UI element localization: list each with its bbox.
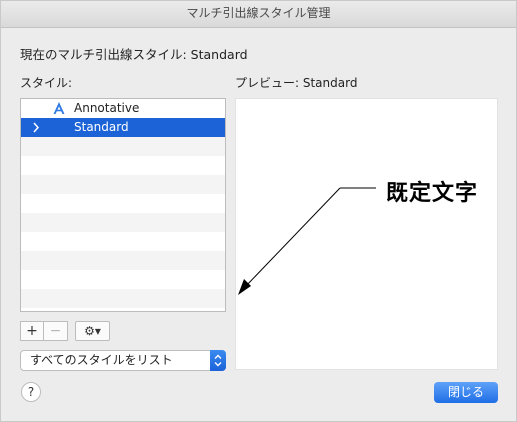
- list-toolbar: + − ⚙︎▾: [20, 321, 110, 341]
- empty-row: [21, 156, 225, 175]
- style-list-item-label: Standard: [74, 120, 129, 134]
- preview-pane: 既定文字: [235, 98, 498, 370]
- preview-text: 既定文字: [386, 181, 479, 206]
- empty-row: [21, 251, 225, 270]
- style-list[interactable]: Annotative Standard: [20, 98, 226, 312]
- help-button[interactable]: ?: [21, 382, 41, 402]
- chevron-right-icon[interactable]: [30, 118, 42, 137]
- empty-row: [21, 137, 225, 156]
- empty-row: [21, 270, 225, 289]
- current-style-label: 現在のマルチ引出線スタイル: Standard: [20, 47, 248, 62]
- style-filter-value: すべてのスタイルをリスト: [30, 353, 173, 367]
- multileader-style-manager-window: マルチ引出線スタイル管理 現在のマルチ引出線スタイル: Standard スタイ…: [0, 0, 517, 422]
- remove-style-button[interactable]: −: [44, 321, 68, 341]
- styles-heading: スタイル:: [20, 76, 73, 90]
- select-stepper-icon: [210, 350, 226, 371]
- annotative-icon: [52, 101, 66, 115]
- add-style-button[interactable]: +: [20, 321, 44, 341]
- style-filter-select[interactable]: すべてのスタイルをリスト: [20, 350, 226, 371]
- empty-row: [21, 175, 225, 194]
- gear-icon: ⚙︎▾: [84, 324, 101, 338]
- preview-heading: プレビュー: Standard: [235, 76, 358, 90]
- leader-preview-graphic: [238, 187, 376, 295]
- style-list-item-label: Annotative: [74, 101, 140, 115]
- empty-row: [21, 232, 225, 251]
- close-button[interactable]: 閉じる: [434, 382, 498, 403]
- empty-row: [21, 194, 225, 213]
- empty-row: [21, 308, 225, 311]
- empty-row: [21, 213, 225, 232]
- window-title: マルチ引出線スタイル管理: [1, 1, 516, 28]
- style-list-item-annotative[interactable]: Annotative: [21, 99, 225, 118]
- gear-menu-button[interactable]: ⚙︎▾: [75, 321, 110, 341]
- empty-row: [21, 289, 225, 308]
- style-list-item-standard[interactable]: Standard: [21, 118, 225, 137]
